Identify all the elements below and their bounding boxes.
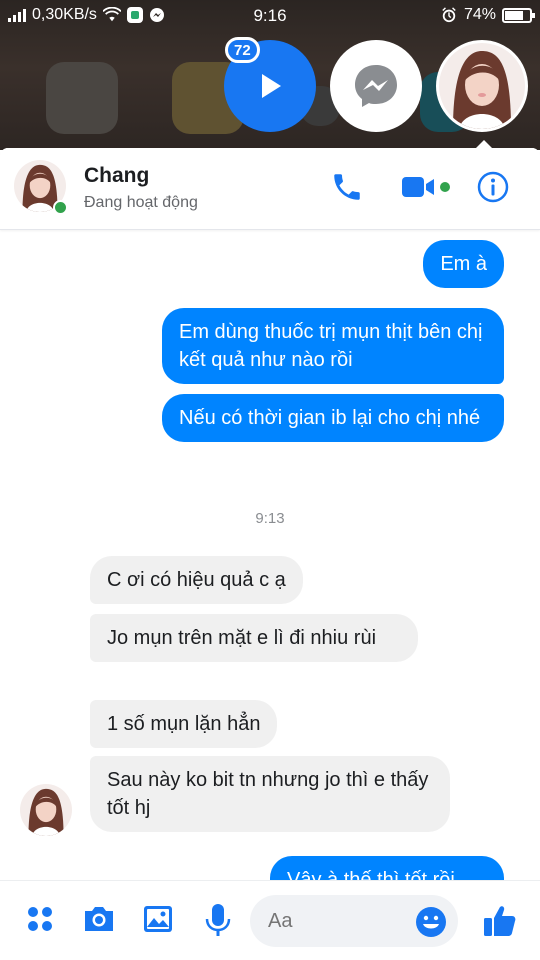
message-text: Sau này ko bit tn nhưng jo thì e thấy tố…	[107, 769, 429, 819]
emoji-icon[interactable]	[414, 905, 448, 939]
message-text: Vậy à thế thì tốt rồi	[287, 869, 455, 880]
message-bubble[interactable]: Sau này ko bit tn nhưng jo thì e thấy tố…	[90, 756, 450, 832]
thumbs-up-icon[interactable]	[482, 903, 518, 939]
message-bubble[interactable]: Em dùng thuốc trị mụn thịt bên chị kết q…	[162, 308, 504, 384]
chat-header: Chang Đang hoạt động	[0, 148, 540, 230]
video-camera-icon	[402, 177, 434, 197]
message-timestamp: 9:13	[255, 510, 285, 527]
message-text: 1 số mụn lặn hẳn	[107, 713, 261, 735]
play-icon	[262, 74, 281, 98]
message-bubble[interactable]: C ơi có hiệu quả c ạ	[90, 556, 303, 604]
message-text: Nếu có thời gian ib lại cho chị nhé	[179, 407, 481, 429]
microphone-icon[interactable]	[204, 903, 232, 937]
message-bubble[interactable]: Em à	[423, 240, 504, 288]
chat-window: Chang Đang hoạt động Em à Em dùng thuốc …	[0, 148, 540, 960]
message-text: C ơi có hiệu quả c ạ	[107, 569, 286, 591]
clock: 9:16	[253, 6, 287, 25]
message-bubble[interactable]: 1 số mụn lặn hẳn	[90, 700, 278, 748]
message-bubble[interactable]: Nếu có thời gian ib lại cho chị nhé	[162, 394, 504, 442]
avatar[interactable]	[20, 784, 72, 836]
online-status-indicator	[53, 200, 68, 215]
composer-bar	[0, 880, 540, 960]
message-list[interactable]: Em à Em dùng thuốc trị mụn thịt bên chị …	[0, 230, 540, 880]
message-bubble[interactable]: Jo mụn trên mặt e lì đi nhiu rùi	[90, 614, 418, 662]
message-text: Em à	[440, 253, 487, 275]
contact-status: Đang hoạt động	[84, 194, 198, 211]
background-app-icon	[46, 62, 118, 134]
contact-avatar-image	[20, 784, 72, 836]
video-call-button[interactable]	[400, 174, 450, 200]
message-text: Jo mụn trên mặt e lì đi nhiu rùi	[107, 627, 377, 649]
image-icon[interactable]	[142, 903, 174, 935]
message-bubble[interactable]: Vậy à thế thì tốt rồi	[270, 856, 504, 880]
messenger-icon	[355, 65, 397, 107]
info-icon[interactable]	[476, 170, 510, 204]
contact-chat-head[interactable]	[436, 40, 528, 132]
status-bar: 0,30KB/s 9:16 74%	[0, 0, 540, 30]
battery-icon	[502, 7, 535, 23]
messenger-chat-head[interactable]	[330, 40, 422, 132]
unread-count-badge: 72	[225, 37, 260, 63]
camera-icon[interactable]	[82, 903, 116, 935]
video-active-dot	[440, 182, 450, 192]
contact-avatar-image	[439, 43, 525, 129]
apps-grid-icon[interactable]	[24, 903, 56, 935]
phone-icon[interactable]	[330, 170, 364, 204]
contact-name[interactable]: Chang	[84, 164, 149, 188]
message-text: Em dùng thuốc trị mụn thịt bên chị kết q…	[179, 321, 483, 371]
